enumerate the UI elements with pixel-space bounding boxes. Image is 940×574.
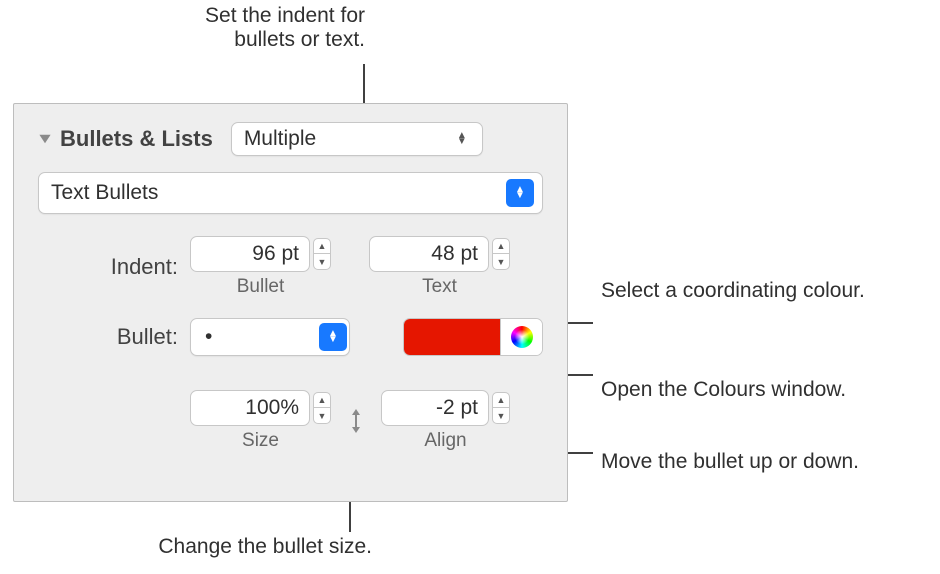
stepper-buttons[interactable]: ▲ ▼	[313, 238, 331, 270]
align-sublabel: Align	[424, 430, 466, 452]
bullets-lists-panel: Bullets & Lists Multiple ▲▼ Text Bullets…	[13, 103, 568, 502]
bullet-type-value: Text Bullets	[51, 181, 158, 205]
bullet-align-stepper[interactable]: -2 pt ▲ ▼	[381, 390, 510, 426]
bullet-indent-stepper[interactable]: 96 pt ▲ ▼	[190, 236, 331, 272]
stepper-buttons[interactable]: ▲ ▼	[313, 392, 331, 424]
bullet-indent-sublabel: Bullet	[237, 276, 285, 298]
chevron-down-icon[interactable]: ▼	[313, 254, 331, 270]
bullet-align-value[interactable]: -2 pt	[381, 390, 489, 426]
colour-swatch[interactable]	[404, 319, 500, 355]
bullet-size-stepper[interactable]: 100% ▲ ▼	[190, 390, 331, 426]
chevron-down-icon[interactable]: ▼	[492, 254, 510, 270]
bullet-colour-well	[403, 318, 543, 356]
size-sublabel: Size	[242, 430, 279, 452]
chevron-up-icon[interactable]: ▲	[313, 238, 331, 254]
callout-select-colour: Select a coordinating colour.	[601, 279, 901, 303]
callout-bullet-size: Change the bullet size.	[42, 535, 372, 559]
list-style-value: Multiple	[244, 127, 316, 151]
chevron-up-down-icon: ▲▼	[450, 127, 474, 151]
callout-indent: Set the indent for bullets or text.	[145, 4, 365, 52]
disclosure-triangle-icon[interactable]	[38, 132, 52, 146]
chevron-up-down-icon: ▲▼	[319, 323, 347, 351]
stepper-buttons[interactable]: ▲ ▼	[492, 392, 510, 424]
indent-label: Indent:	[38, 254, 178, 280]
callout-move-bullet: Move the bullet up or down.	[601, 450, 901, 474]
bullet-size-value[interactable]: 100%	[190, 390, 310, 426]
chevron-up-down-icon: ▲▼	[506, 179, 534, 207]
bullet-char-value: •	[205, 325, 212, 349]
chevron-down-icon[interactable]: ▼	[313, 408, 331, 424]
chevron-up-icon[interactable]: ▲	[492, 392, 510, 408]
chevron-down-icon[interactable]: ▼	[492, 408, 510, 424]
colour-wheel-icon	[511, 326, 533, 348]
callout-open-colours: Open the Colours window.	[601, 378, 901, 402]
bullet-type-popup[interactable]: Text Bullets ▲▼	[38, 172, 543, 214]
stepper-buttons[interactable]: ▲ ▼	[492, 238, 510, 270]
text-indent-sublabel: Text	[422, 276, 457, 298]
section-title: Bullets & Lists	[60, 126, 213, 152]
chevron-up-icon[interactable]: ▲	[492, 238, 510, 254]
text-indent-stepper[interactable]: 48 pt ▲ ▼	[369, 236, 510, 272]
vertical-align-icon	[343, 407, 369, 435]
list-style-popup[interactable]: Multiple ▲▼	[231, 122, 483, 156]
chevron-up-icon[interactable]: ▲	[313, 392, 331, 408]
text-indent-value[interactable]: 48 pt	[369, 236, 489, 272]
bullet-char-popup[interactable]: • ▲▼	[190, 318, 350, 356]
bullet-indent-value[interactable]: 96 pt	[190, 236, 310, 272]
bullet-label: Bullet:	[38, 324, 178, 350]
colour-wheel-button[interactable]	[500, 319, 542, 355]
